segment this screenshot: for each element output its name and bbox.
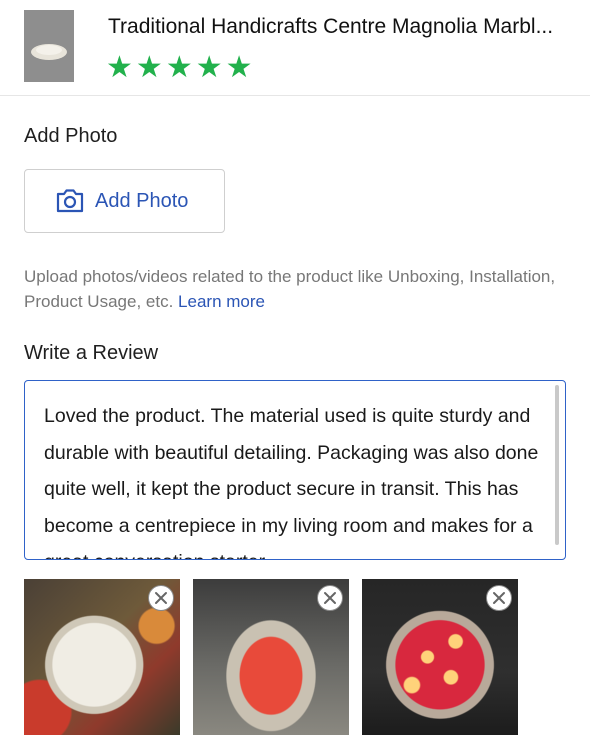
learn-more-link[interactable]: Learn more (178, 292, 265, 311)
uploaded-photo[interactable] (362, 579, 518, 735)
close-icon (155, 592, 167, 604)
star-icon: ★ (165, 51, 193, 84)
review-text[interactable]: Loved the product. The material used is … (44, 398, 539, 559)
product-title: Traditional Handicrafts Centre Magnolia … (108, 15, 554, 38)
remove-photo-button[interactable] (486, 585, 512, 611)
photo-thumbnails (24, 579, 518, 735)
remove-photo-button[interactable] (148, 585, 174, 611)
camera-icon (55, 188, 85, 214)
remove-photo-button[interactable] (317, 585, 343, 611)
add-photo-button-label: Add Photo (95, 189, 189, 212)
uploaded-photo[interactable] (193, 579, 349, 735)
star-icon: ★ (225, 51, 253, 84)
write-review-heading: Write a Review (24, 342, 159, 364)
upload-help-copy: Upload photos/videos related to the prod… (24, 267, 556, 311)
star-rating: ★ ★ ★ ★ ★ (106, 52, 253, 84)
add-photo-button[interactable]: Add Photo (24, 169, 225, 233)
star-icon: ★ (135, 51, 163, 84)
product-header: Traditional Handicrafts Centre Magnolia … (0, 0, 590, 96)
product-thumbnail (24, 10, 74, 82)
star-icon: ★ (106, 51, 133, 84)
close-icon (324, 592, 336, 604)
star-icon: ★ (195, 51, 223, 84)
upload-help-text: Upload photos/videos related to the prod… (24, 264, 564, 314)
scrollbar[interactable] (555, 385, 559, 545)
close-icon (493, 592, 505, 604)
review-textarea[interactable]: Loved the product. The material used is … (24, 380, 566, 560)
uploaded-photo[interactable] (24, 579, 180, 735)
add-photo-heading: Add Photo (24, 125, 118, 147)
